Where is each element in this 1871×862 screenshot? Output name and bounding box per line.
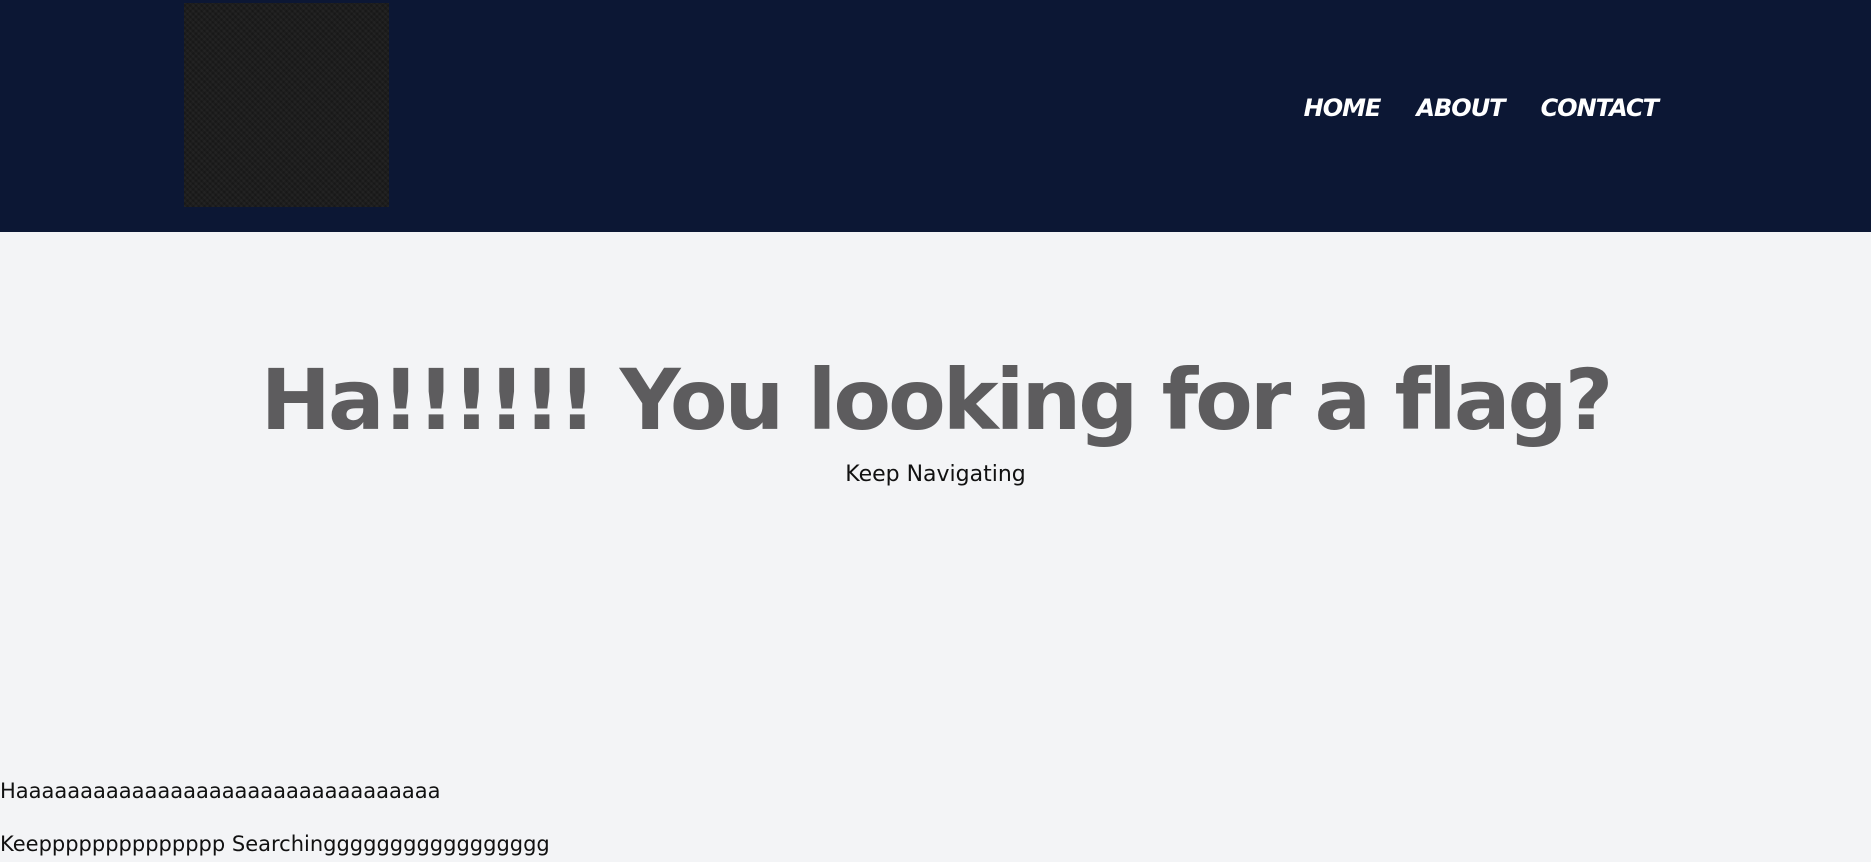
hero-section: Ha!!!!!! You looking for a flag? Keep Na… (0, 232, 1871, 490)
site-header: HOME ABOUT CONTACT (0, 0, 1871, 232)
nav-contact-link[interactable]: CONTACT (1541, 90, 1659, 126)
body-text-line-2: Keepppppppppppppp Searchingggggggggggggg… (0, 832, 550, 856)
main-nav: HOME ABOUT CONTACT (1304, 90, 1659, 126)
page-subtitle: Keep Navigating (845, 462, 1026, 487)
logo-image[interactable] (184, 3, 389, 207)
page-title: Ha!!!!!! You looking for a flag? (260, 351, 1614, 449)
nav-home-link[interactable]: HOME (1304, 90, 1382, 126)
body-text-line-1: Haaaaaaaaaaaaaaaaaaaaaaaaaaaaaaaaa (0, 779, 441, 803)
nav-about-link[interactable]: ABOUT (1416, 90, 1505, 126)
